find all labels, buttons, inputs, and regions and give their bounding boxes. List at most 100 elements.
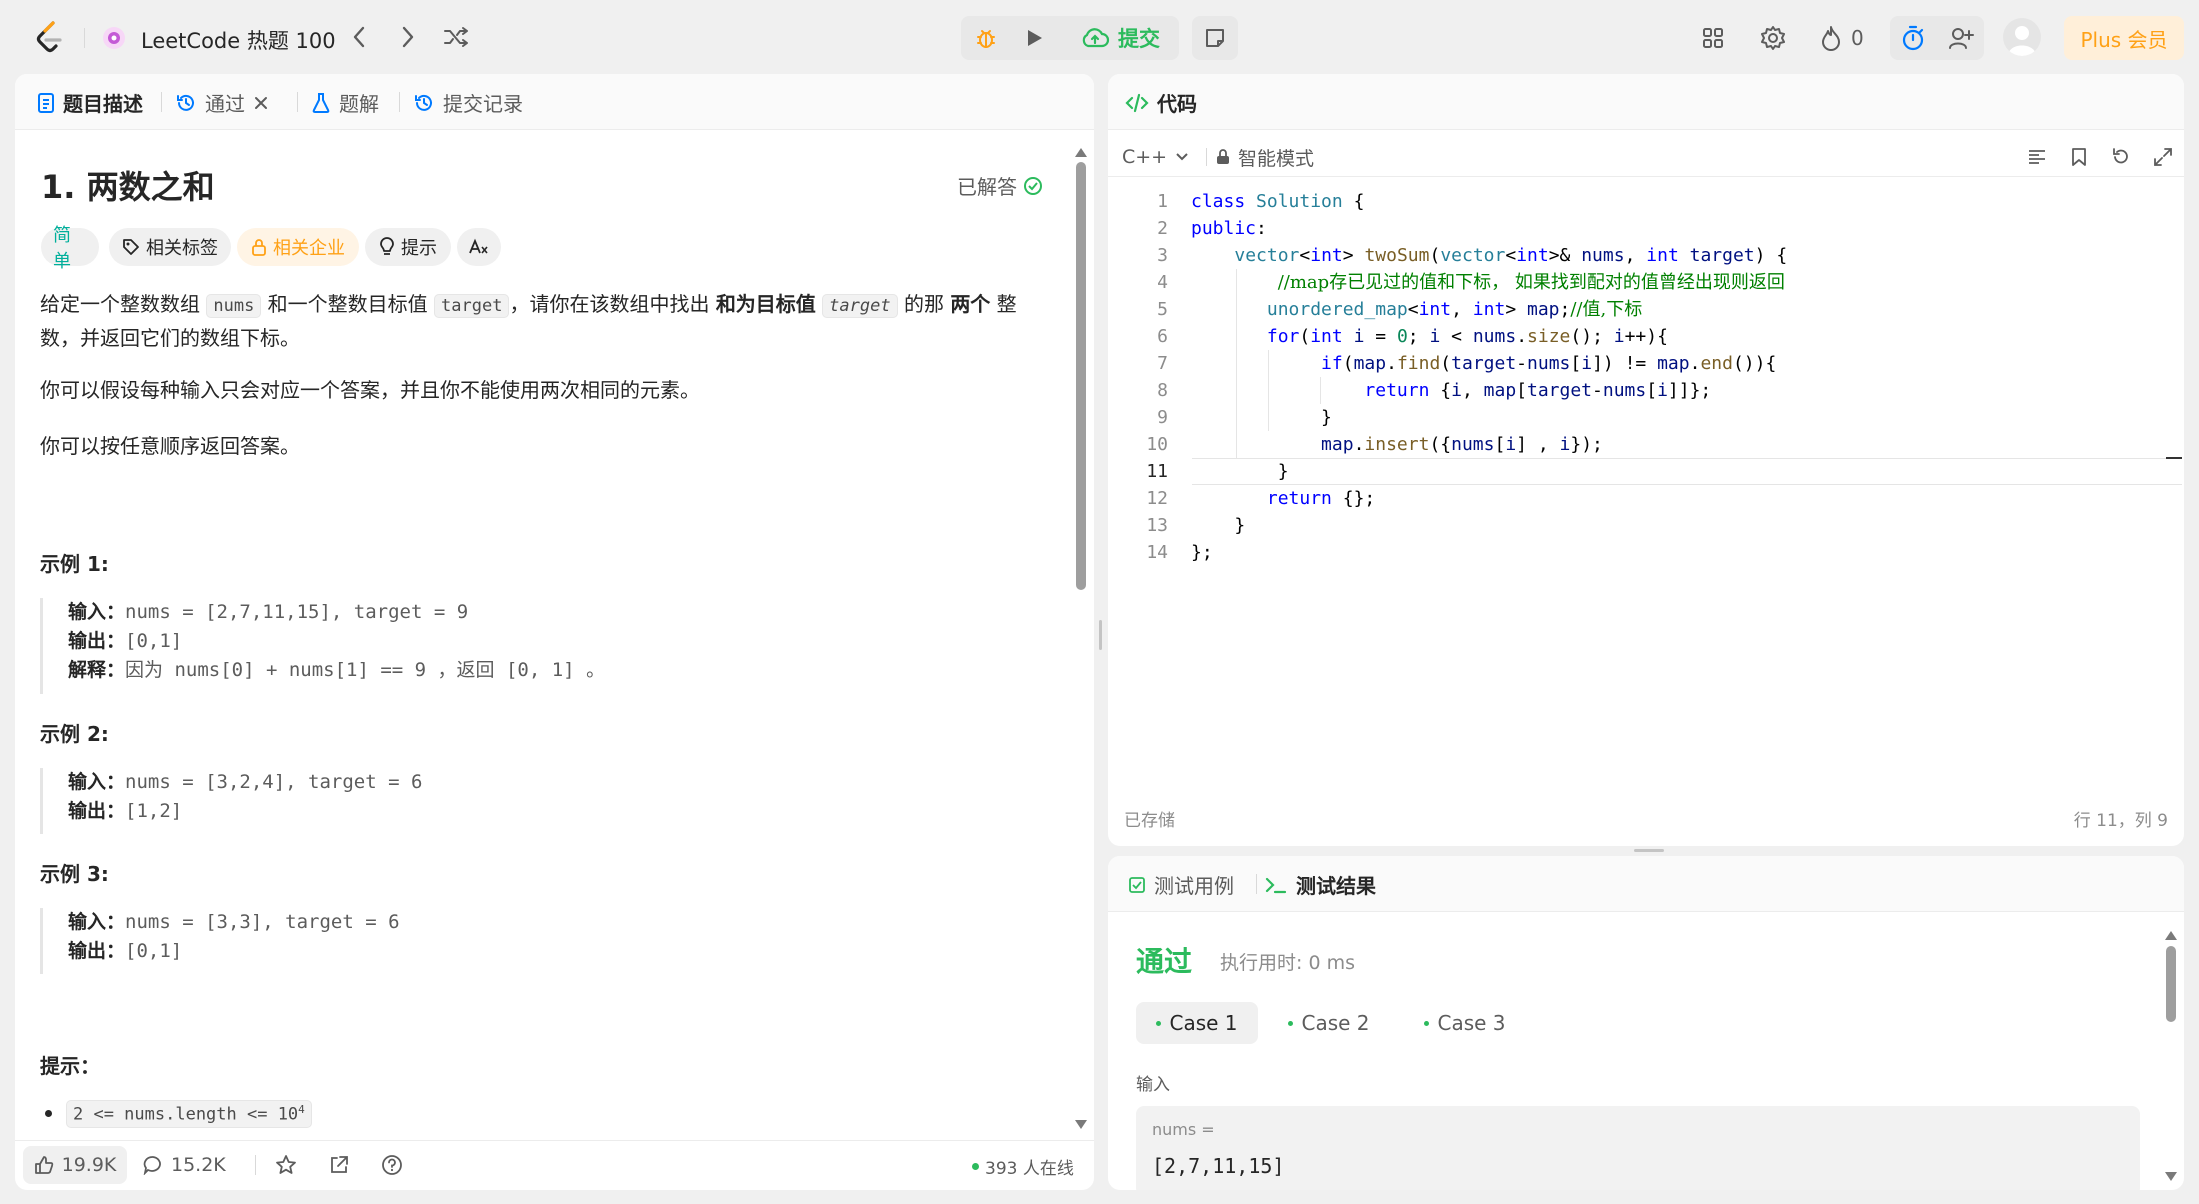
problem-description: 你可以按任意顺序返回答案。 <box>40 434 300 458</box>
problem-description: 你可以假设每种输入只会对应一个答案，并且你不能使用两次相同的元素。 <box>40 378 700 402</box>
like-button[interactable]: 19.9K <box>23 1146 127 1184</box>
scroll-down-arrow[interactable] <box>1074 1112 1088 1129</box>
scroll-up-arrow[interactable] <box>2164 922 2178 940</box>
flask-icon <box>312 92 330 113</box>
reset-icon[interactable] <box>2106 142 2136 172</box>
line-number: 6 <box>1157 326 1168 347</box>
bookmark-icon[interactable] <box>2064 142 2094 172</box>
comments-button[interactable]: 15.2K <box>143 1146 226 1184</box>
pass-dot <box>1156 1020 1162 1026</box>
tab-code[interactable]: 代码 <box>1125 88 1197 117</box>
line-number: 8 <box>1157 380 1168 401</box>
notes-button[interactable] <box>1192 16 1238 60</box>
share-icon[interactable] <box>324 1150 354 1180</box>
tab-solutions[interactable]: 题解 <box>311 88 379 117</box>
pass-dot <box>1424 1020 1430 1026</box>
problem-list-title[interactable]: LeetCode 热题 100 <box>141 25 336 55</box>
solved-status: 已解答 <box>957 171 1043 200</box>
divider <box>15 1140 1094 1141</box>
constraints-heading: 提示： <box>40 1054 100 1078</box>
online-dot <box>972 1163 979 1170</box>
line-number: 14 <box>1146 542 1168 563</box>
tab-testcase[interactable]: 测试用例 <box>1128 870 1234 899</box>
hint-button[interactable]: 提示 <box>365 228 451 266</box>
tab-description[interactable]: 题目描述 <box>37 88 143 117</box>
line-number: 7 <box>1157 353 1168 374</box>
tab-submissions[interactable]: 提交记录 <box>413 88 523 117</box>
submit-button[interactable]: 提交 <box>1062 18 1178 58</box>
related-companies-button[interactable]: 相关企业 <box>237 228 359 266</box>
format-icon[interactable] <box>2022 142 2052 172</box>
layout-icon[interactable] <box>1697 22 1729 54</box>
top-bar: LeetCode 热题 100 提交 0 Plus 会员 <box>0 0 2199 74</box>
line-number: 5 <box>1157 299 1168 320</box>
code-line: } <box>1191 461 1289 482</box>
cloud-upload-icon <box>1082 28 1110 48</box>
cursor-position: 行 11，列 9 <box>2073 811 2168 831</box>
tag-icon <box>123 239 139 255</box>
horizontal-resize-handle[interactable] <box>1099 620 1102 650</box>
settings-gear-icon[interactable] <box>1757 22 1789 54</box>
example-heading: 示例 1: <box>40 552 109 576</box>
tab-accepted[interactable]: 通过 <box>175 88 269 117</box>
next-problem-icon[interactable] <box>393 22 423 52</box>
study-plan-icon <box>100 24 128 52</box>
lock-icon <box>1217 149 1229 164</box>
submit-label: 提交 <box>1118 27 1160 51</box>
scrollbar-thumb[interactable] <box>2166 946 2176 1022</box>
translate-icon[interactable] <box>457 228 501 266</box>
leetcode-logo[interactable] <box>30 18 70 58</box>
timer-icon[interactable] <box>1895 20 1931 56</box>
case-tab-2[interactable]: Case 2 <box>1268 1002 1390 1044</box>
lock-icon <box>252 239 266 256</box>
close-icon[interactable] <box>253 95 269 111</box>
fire-streak-icon[interactable] <box>1815 22 1847 54</box>
example-heading: 示例 2: <box>40 722 109 746</box>
avatar[interactable] <box>2003 18 2041 56</box>
problem-pane: 题目描述 通过 题解 提交记录 1. 两数之和 已解答 简单 相关标签 相关企业… <box>15 74 1094 1190</box>
shuffle-icon[interactable] <box>440 22 472 52</box>
variable-name: nums = <box>1152 1120 1215 1139</box>
scrollbar-thumb[interactable] <box>1076 162 1086 590</box>
streak-count: 0 <box>1851 26 1864 50</box>
code-area[interactable]: 1 2 3 4 5 6 7 8 9 10 11 12 13 14 class S… <box>1108 188 2184 568</box>
input-box: nums = [2,7,11,15] <box>1136 1106 2140 1190</box>
runtime-text: 执行用时: 0 ms <box>1220 952 1355 974</box>
divider <box>1108 176 2184 177</box>
code-line: } <box>1191 515 1246 536</box>
example-block: 输入：nums = [3,3], target = 6 输出：[0,1] <box>40 908 400 974</box>
variable-value: [2,7,11,15] <box>1152 1154 1285 1178</box>
add-friend-icon[interactable] <box>1943 20 1979 56</box>
document-icon <box>38 92 54 113</box>
prev-problem-icon[interactable] <box>344 22 374 52</box>
code-icon <box>1125 93 1149 112</box>
scroll-up-arrow[interactable] <box>1074 139 1088 157</box>
vertical-resize-handle[interactable] <box>1634 849 1664 852</box>
code-line: public: <box>1191 218 1267 239</box>
code-line: //map存已见过的值和下标， 如果找到配对的值曾经出现则返回 <box>1277 272 1785 293</box>
saved-status: 已存储 <box>1124 811 1175 831</box>
debug-button[interactable] <box>963 18 1009 58</box>
case-tab-1[interactable]: Case 1 <box>1136 1002 1258 1044</box>
problem-title[interactable]: 1. 两数之和 <box>41 162 215 208</box>
line-number: 3 <box>1157 245 1168 266</box>
line-number: 2 <box>1157 218 1168 239</box>
scroll-down-arrow[interactable] <box>2164 1164 2178 1181</box>
smart-mode[interactable]: 智能模式 <box>1216 140 1314 174</box>
plus-member-button[interactable]: Plus 会员 <box>2064 16 2184 60</box>
fullscreen-icon[interactable] <box>2148 142 2178 172</box>
case-tab-3[interactable]: Case 3 <box>1404 1002 1526 1044</box>
lightbulb-icon <box>380 237 394 255</box>
code-line: return {}; <box>1266 488 1376 509</box>
tab-test-result[interactable]: 测试结果 <box>1264 870 1376 899</box>
code-line: } <box>1191 407 1332 428</box>
star-icon[interactable] <box>271 1150 301 1180</box>
language-select[interactable]: C++ <box>1122 140 1189 174</box>
help-icon[interactable] <box>377 1150 407 1180</box>
comment-icon <box>143 1156 161 1175</box>
line-number: 4 <box>1157 272 1168 293</box>
run-button[interactable] <box>1012 18 1058 58</box>
example-heading: 示例 3: <box>40 862 109 886</box>
inline-code: nums <box>206 294 262 318</box>
related-tags-button[interactable]: 相关标签 <box>109 228 231 266</box>
